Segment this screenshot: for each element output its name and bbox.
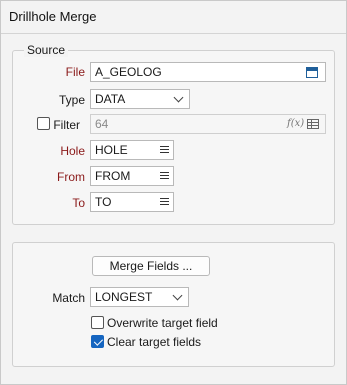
merge-fields-button[interactable]: Merge Fields ...	[92, 256, 210, 276]
file-value: A_GEOLOG	[95, 65, 162, 79]
filter-label: Filter	[53, 118, 80, 132]
type-value: DATA	[95, 92, 126, 106]
list-icon[interactable]	[160, 198, 169, 206]
title-divider	[1, 33, 346, 34]
window-title: Drillhole Merge	[9, 9, 97, 24]
file-label: File	[65, 65, 85, 79]
to-value: TO	[95, 195, 112, 209]
list-icon[interactable]	[160, 172, 169, 180]
to-label: To	[72, 196, 85, 210]
from-value: FROM	[95, 169, 131, 183]
match-label: Match	[52, 291, 85, 305]
table-icon[interactable]	[307, 119, 319, 129]
source-group-legend: Source	[24, 43, 69, 57]
clear-checkbox[interactable]	[91, 335, 104, 348]
fx-icon[interactable]: f(x)	[287, 118, 304, 129]
clear-label: Clear target fields	[107, 335, 202, 349]
match-value: LONGEST	[95, 290, 153, 304]
calendar-icon[interactable]	[306, 67, 318, 78]
from-label: From	[57, 170, 85, 184]
overwrite-checkbox[interactable]	[91, 316, 104, 329]
overwrite-label: Overwrite target field	[107, 316, 218, 330]
type-label: Type	[58, 93, 85, 107]
hole-label: Hole	[60, 144, 85, 158]
file-input[interactable]: A_GEOLOG	[90, 62, 326, 82]
filter-value: 64	[95, 117, 109, 131]
list-icon[interactable]	[160, 146, 169, 154]
hole-value: HOLE	[95, 143, 128, 157]
